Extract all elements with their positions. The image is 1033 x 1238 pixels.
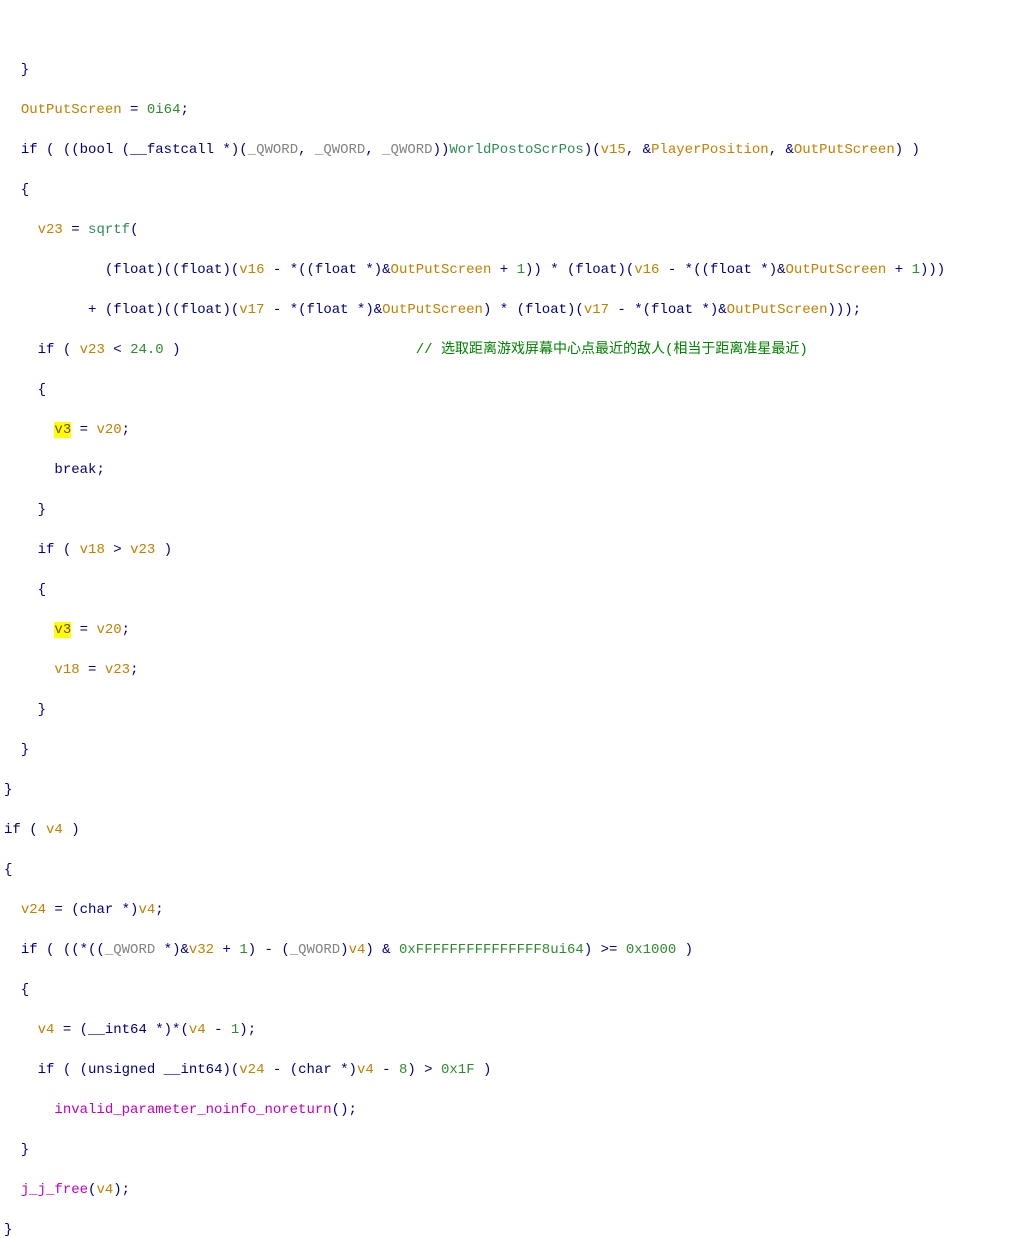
highlighted-v3: v3 bbox=[54, 622, 71, 638]
keyword-if: if bbox=[38, 1062, 55, 1078]
highlighted-v3: v3 bbox=[54, 422, 71, 438]
keyword-if: if bbox=[4, 822, 21, 838]
code-line: v3 = v20; bbox=[4, 620, 1033, 640]
code-line: invalid_parameter_noinfo_noreturn(); bbox=[4, 1100, 1033, 1120]
function-sqrtf: sqrtf bbox=[88, 222, 130, 238]
code-line: v24 = (char *)v4; bbox=[4, 900, 1033, 920]
code-line: { bbox=[4, 980, 1033, 1000]
code-line: if ( ((*((_QWORD *)&v32 + 1) - (_QWORD)v… bbox=[4, 940, 1033, 960]
code-line: if ( v4 ) bbox=[4, 820, 1033, 840]
function-j-j-free: j_j_free bbox=[21, 1182, 88, 1198]
code-line: { bbox=[4, 380, 1033, 400]
keyword-if: if bbox=[21, 142, 38, 158]
code-line: if ( (unsigned __int64)(v24 - (char *)v4… bbox=[4, 1060, 1033, 1080]
keyword-if: if bbox=[38, 542, 55, 558]
keyword-if: if bbox=[38, 342, 55, 358]
code-line: v23 = sqrtf( bbox=[4, 220, 1033, 240]
code-line: } bbox=[4, 60, 1033, 80]
keyword-if: if bbox=[21, 942, 38, 958]
comment: // 选取距离游戏屏幕中心点最近的敌人(相当于距离准星最近) bbox=[416, 342, 808, 358]
code-line: { bbox=[4, 580, 1033, 600]
keyword-break: break bbox=[54, 462, 96, 478]
code-line: j_j_free(v4); bbox=[4, 1180, 1033, 1200]
code-line: } bbox=[4, 780, 1033, 800]
code-line: } bbox=[4, 1140, 1033, 1160]
function-worldpostoscrpos: WorldPostoScrPos bbox=[449, 142, 583, 158]
code-line: } bbox=[4, 740, 1033, 760]
code-line: } bbox=[4, 700, 1033, 720]
code-line: if ( v23 < 24.0 ) // 选取距离游戏屏幕中心点最近的敌人(相当… bbox=[4, 340, 1033, 360]
identifier-outputscreen: OutPutScreen bbox=[21, 102, 122, 118]
code-line: { bbox=[4, 860, 1033, 880]
code-line: } bbox=[4, 1220, 1033, 1238]
code-line: } bbox=[4, 500, 1033, 520]
code-line: v18 = v23; bbox=[4, 660, 1033, 680]
code-line: if ( ((bool (__fastcall *)(_QWORD, _QWOR… bbox=[4, 140, 1033, 160]
literal: 0i64 bbox=[147, 102, 181, 118]
brace: } bbox=[4, 62, 29, 78]
code-line: (float)((float)(v16 - *((float *)&OutPut… bbox=[4, 260, 1033, 280]
code-line: + (float)((float)(v17 - *(float *)&OutPu… bbox=[4, 300, 1033, 320]
code-line: { bbox=[4, 180, 1033, 200]
code-line: if ( v18 > v23 ) bbox=[4, 540, 1033, 560]
identifier-playerposition: PlayerPosition bbox=[651, 142, 769, 158]
code-line: v4 = (__int64 *)*(v4 - 1); bbox=[4, 1020, 1033, 1040]
code-line: OutPutScreen = 0i64; bbox=[4, 100, 1033, 120]
code-line: break; bbox=[4, 460, 1033, 480]
function-invalid-parameter: invalid_parameter_noinfo_noreturn bbox=[54, 1102, 331, 1118]
code-line: v3 = v20; bbox=[4, 420, 1033, 440]
